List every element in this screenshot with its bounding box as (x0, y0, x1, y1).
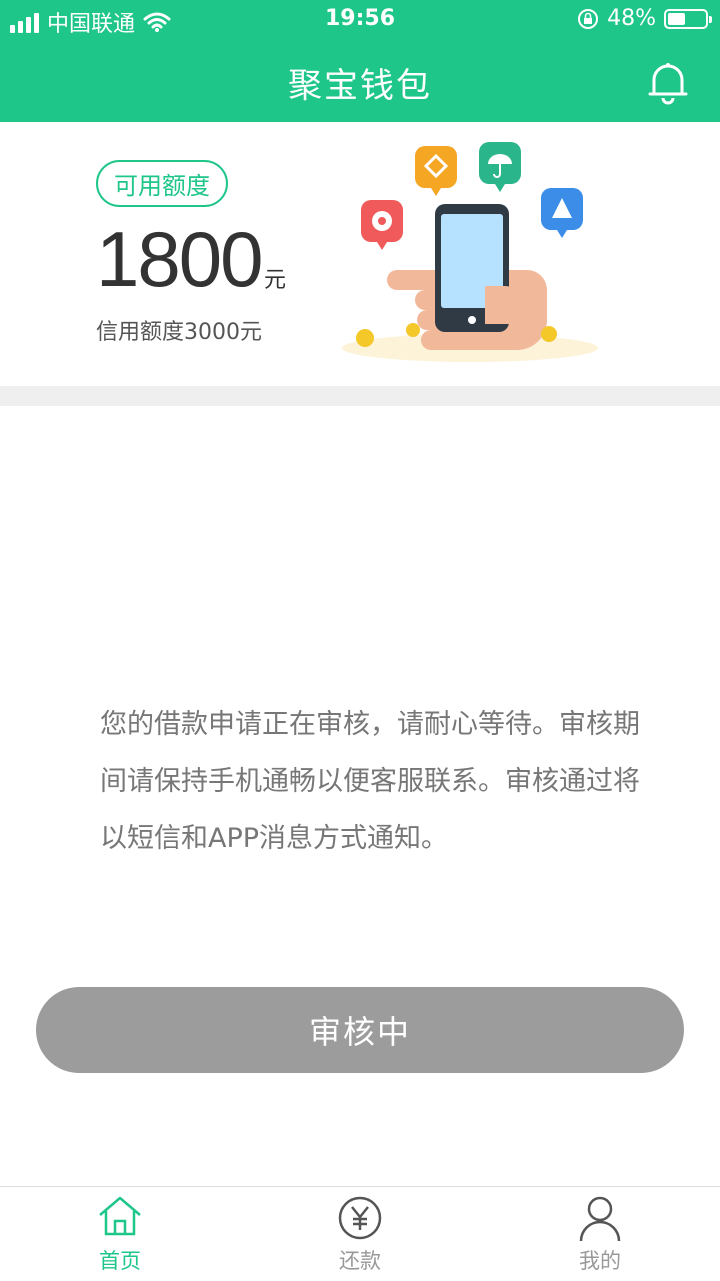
tab-repay-label: 还款 (339, 1249, 381, 1273)
yen-icon (338, 1196, 382, 1240)
rotation-lock-icon (578, 8, 599, 29)
credit-unit: 元 (264, 268, 287, 293)
status-bar: 中国联通 19:56 48% (0, 0, 720, 40)
app-bubble-green-icon (479, 142, 521, 192)
user-icon (579, 1196, 621, 1242)
credit-limit: 信用额度3000元 (96, 320, 262, 345)
bottom-tab-bar: 首页 还款 我的 (0, 1186, 720, 1281)
tab-home[interactable]: 首页 (0, 1187, 240, 1281)
available-credit-amount: 1800 (96, 215, 264, 303)
app-bubble-red-icon (361, 200, 403, 250)
review-message: 您的借款申请正在审核，请耐心等待。审核期间请保持手机通畅以便客服联系。审核通过将… (100, 709, 640, 854)
under-review-button[interactable]: 审核中 (36, 987, 684, 1073)
tab-mine-label: 我的 (579, 1249, 621, 1273)
bell-icon[interactable] (646, 60, 690, 106)
tab-home-label: 首页 (99, 1249, 141, 1273)
battery-fill (668, 12, 686, 25)
battery-percent: 48% (607, 6, 656, 31)
status-right: 48% (577, 6, 712, 31)
section-divider (0, 386, 720, 406)
tab-repay[interactable]: 还款 (240, 1187, 480, 1281)
available-credit-badge: 可用额度 (96, 160, 228, 207)
credit-panel: 可用额度 1800 元 信用额度3000元 (0, 122, 720, 386)
page-title: 聚宝钱包 (288, 66, 432, 106)
home-icon (99, 1196, 141, 1236)
phone-hand-illustration (342, 142, 598, 362)
tab-mine[interactable]: 我的 (480, 1187, 720, 1281)
app-bubble-orange-icon (415, 146, 457, 196)
top-bar: 中国联通 19:56 48% 聚宝钱包 (0, 0, 720, 122)
app-bubble-blue-icon (541, 188, 583, 238)
battery-icon (664, 8, 712, 29)
